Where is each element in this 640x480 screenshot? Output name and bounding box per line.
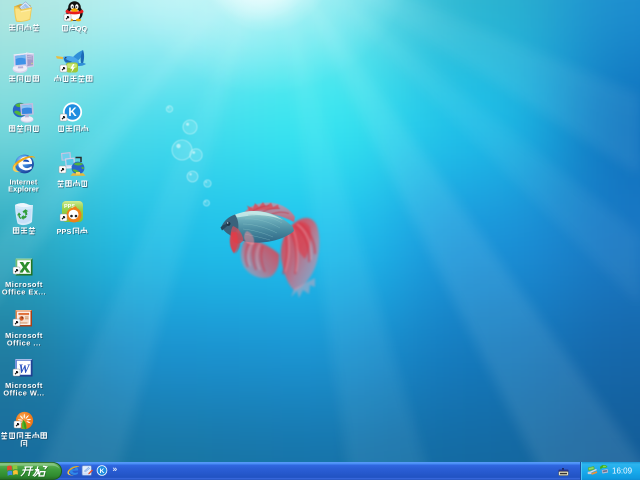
svg-text:QQ: QQ [76, 24, 88, 33]
svg-text:Explorer: Explorer [8, 185, 39, 194]
svg-text:Office Ex...: Office Ex... [2, 287, 46, 296]
svg-text:»: » [113, 464, 118, 474]
svg-text:16:09: 16:09 [612, 467, 633, 476]
svg-text:K: K [100, 468, 105, 475]
svg-text:Office ...: Office ... [7, 338, 41, 347]
svg-text:PPS: PPS [57, 227, 72, 236]
svg-text:Office W...: Office W... [3, 388, 44, 397]
svg-text:K: K [68, 107, 77, 119]
